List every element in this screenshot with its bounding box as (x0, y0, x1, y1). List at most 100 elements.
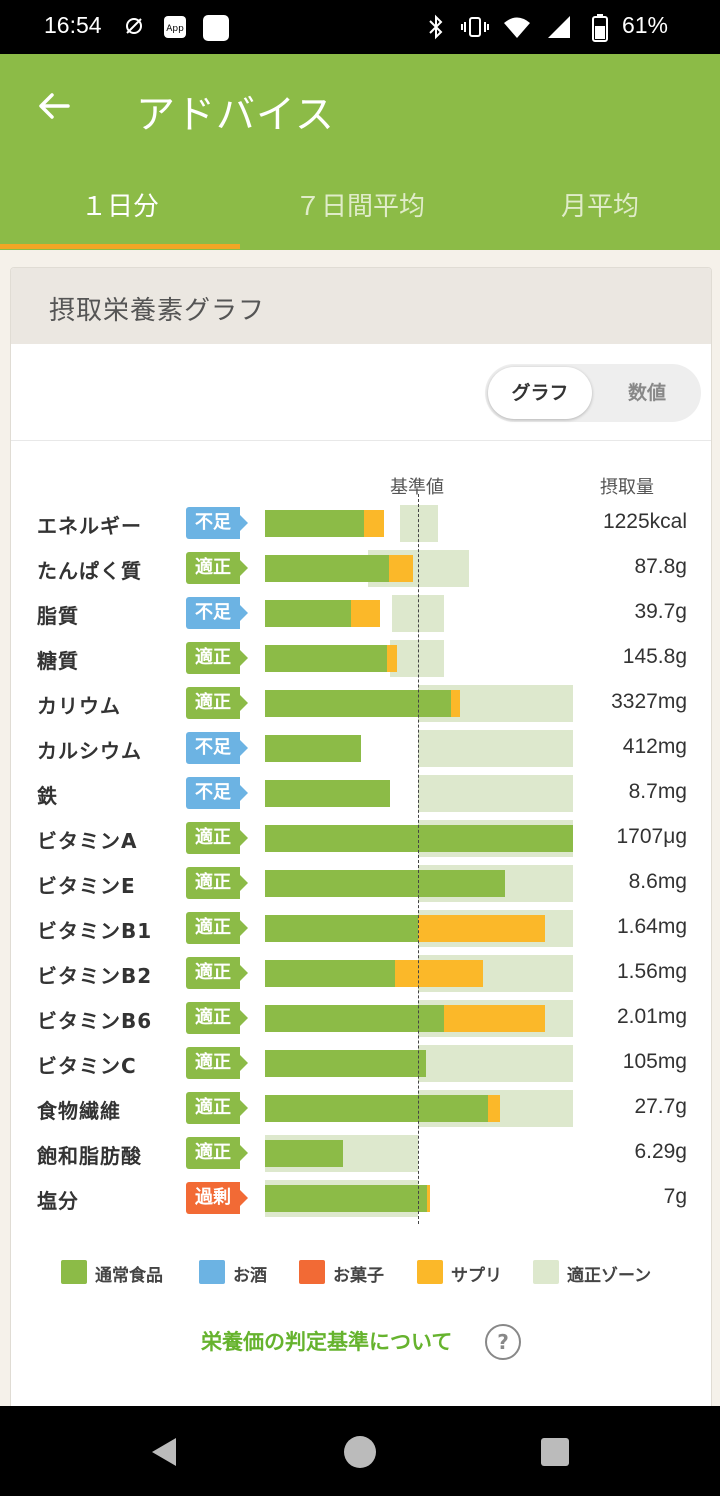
intake-value: 1707μg (616, 825, 688, 848)
bar-track (265, 1090, 573, 1127)
svg-text:App: App (166, 24, 184, 34)
legend-swatch-sweets (299, 1260, 325, 1284)
intake-value: 1.64mg (616, 915, 687, 938)
back-nav-icon[interactable] (148, 1436, 180, 1472)
nutrient-row: たんぱく質 適正 87.8g (11, 549, 711, 594)
recents-nav-icon[interactable] (540, 1437, 570, 1471)
page-title: アドバイス (136, 93, 335, 138)
divider (11, 440, 711, 441)
bar-food (265, 870, 505, 897)
nutrient-name: 塩分 (37, 1189, 79, 1213)
back-arrow-icon[interactable] (34, 86, 74, 126)
status-time: 16:54 (44, 12, 102, 38)
bar-track (265, 955, 573, 992)
nutrient-row: 脂質 不足 39.7g (11, 594, 711, 639)
bar-supplement (387, 645, 397, 672)
intake-value: 2.01mg (616, 1005, 687, 1028)
tab-1-day[interactable]: １日分 (0, 186, 240, 223)
nutrient-row: 鉄 不足 8.7mg (11, 774, 711, 819)
legend-swatch-supplement (417, 1260, 443, 1284)
nutrient-name: ビタミンB1 (37, 919, 153, 943)
optimal-zone (418, 730, 573, 767)
intake-value: 87.8g (634, 555, 687, 578)
tab-monthly-average[interactable]: 月平均 (480, 186, 720, 223)
legend-swatch-food (61, 1260, 87, 1284)
nutrient-row: カルシウム 不足 412mg (11, 729, 711, 774)
bar-supplement (388, 555, 414, 582)
bar-food (265, 1095, 488, 1122)
intake-value: 8.7mg (628, 780, 687, 803)
bar-track (265, 1180, 573, 1217)
wifi-icon (502, 14, 532, 40)
numeric-toggle-button[interactable]: 数値 (595, 367, 699, 419)
status-bar: 16:54 App 61% (0, 0, 720, 54)
intake-value: 39.7g (634, 600, 687, 623)
legend-swatch-alcohol (199, 1260, 225, 1284)
battery-percent: 61% (621, 12, 668, 38)
bar-supplement (418, 915, 546, 942)
status-badge: 適正 (186, 642, 248, 674)
nutrient-name: カリウム (37, 694, 121, 718)
intake-value: 7g (663, 1185, 687, 1208)
nutrient-graph-card: 摂取栄養素グラフ グラフ 数値 基準値 摂取量 エネルギー 不足 1225kcal た… (10, 267, 712, 1419)
intake-value: 412mg (622, 735, 687, 758)
status-badge: 適正 (186, 1002, 248, 1034)
nutrient-row: 塩分 過剰 7g (11, 1179, 711, 1224)
nutrient-row: カリウム 適正 3327mg (11, 684, 711, 729)
bar-track (265, 865, 573, 902)
nutrient-row: エネルギー 不足 1225kcal (11, 504, 711, 549)
bar-track (265, 1135, 573, 1172)
nutrient-row: ビタミンB1 適正 1.64mg (11, 909, 711, 954)
nutrient-name: 鉄 (37, 784, 58, 808)
intake-value: 1.56mg (616, 960, 687, 983)
cell-signal-icon (544, 14, 574, 40)
status-badge: 過剰 (186, 1182, 248, 1214)
status-badge: 適正 (186, 1047, 248, 1079)
bar-food (265, 1140, 344, 1167)
optimal-zone (418, 775, 573, 812)
bluetooth-icon (426, 14, 446, 40)
intake-value: 27.7g (634, 1095, 687, 1118)
nutrient-row: ビタミンA 適正 1707μg (11, 819, 711, 864)
bar-supplement (450, 690, 460, 717)
status-badge: 適正 (186, 867, 248, 899)
reference-value-header: 基準値 (390, 477, 444, 498)
legend-label-alcohol: お酒 (233, 1266, 267, 1286)
bar-food (265, 915, 418, 942)
bar-track (265, 595, 573, 632)
bar-food (265, 600, 351, 627)
help-icon[interactable]: ? (485, 1324, 521, 1360)
vibrate-icon (460, 14, 490, 40)
bar-food (265, 825, 573, 852)
legend: 通常食品 お酒 お菓子 サプリ 適正ゾーン (11, 1258, 711, 1288)
nutrient-name: カルシウム (37, 739, 142, 763)
bar-track (265, 1045, 573, 1082)
status-badge: 適正 (186, 552, 248, 584)
status-badge: 適正 (186, 1137, 248, 1169)
bar-supplement (364, 510, 385, 537)
card-title: 摂取栄養素グラフ (49, 296, 266, 326)
status-badge: 適正 (186, 1092, 248, 1124)
status-badge: 適正 (186, 912, 248, 944)
bar-supplement (395, 960, 484, 987)
bar-track (265, 775, 573, 812)
status-badge: 不足 (186, 507, 248, 539)
bar-food (265, 690, 451, 717)
view-toggle: グラフ 数値 (485, 364, 701, 422)
legend-label-zone: 適正ゾーン (567, 1266, 652, 1286)
tab-indicator (0, 244, 240, 249)
bar-food (265, 645, 388, 672)
bar-track (265, 820, 573, 857)
home-nav-icon[interactable] (343, 1435, 377, 1473)
graph-toggle-button[interactable]: グラフ (488, 367, 592, 419)
nutrient-row: 食物繊維 適正 27.7g (11, 1089, 711, 1134)
judgement-criteria-link[interactable]: 栄養価の判定基準について (201, 1326, 452, 1356)
bar-track (265, 550, 573, 587)
nutrient-row: ビタミンB6 適正 2.01mg (11, 999, 711, 1044)
bar-supplement (427, 1185, 431, 1212)
battery-icon (592, 14, 608, 42)
vpn-icon (122, 14, 146, 40)
intake-value: 1225kcal (602, 510, 687, 533)
tab-7-day-average[interactable]: ７日間平均 (240, 186, 480, 223)
status-badge: 不足 (186, 597, 248, 629)
